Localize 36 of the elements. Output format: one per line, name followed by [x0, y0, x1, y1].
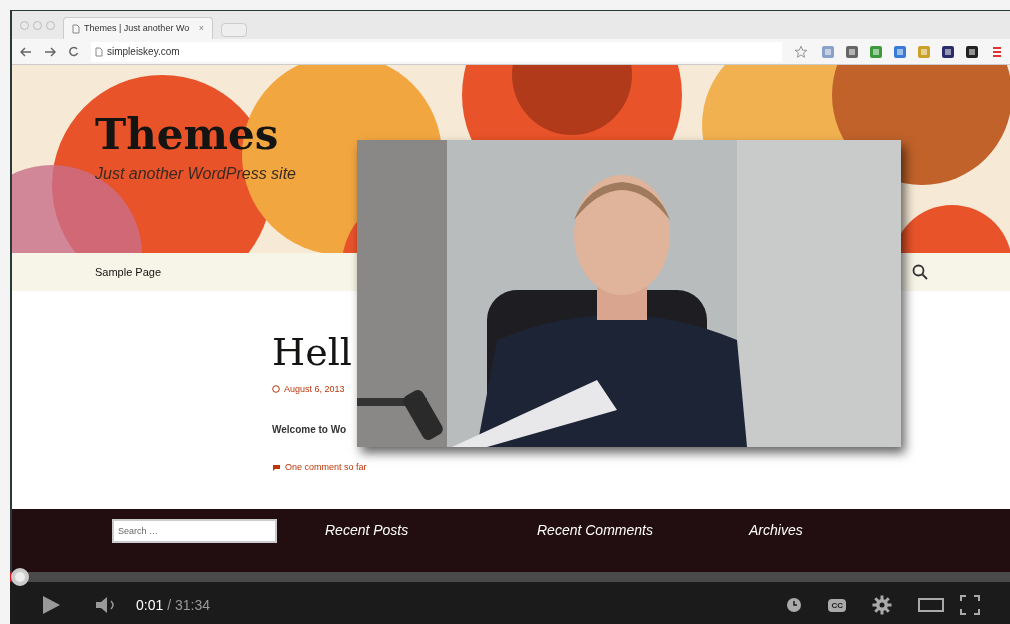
star-icon[interactable]	[794, 44, 808, 59]
clock-icon[interactable]	[786, 597, 803, 613]
post-title[interactable]: Hell	[272, 329, 352, 377]
forward-icon[interactable]	[44, 46, 56, 57]
post-excerpt: Welcome to Wo	[272, 423, 348, 437]
tab-close[interactable]: ×	[198, 21, 204, 36]
search-icon[interactable]	[912, 264, 928, 280]
search-field[interactable]: Search …	[112, 518, 277, 543]
back-icon[interactable]	[20, 46, 32, 57]
settings-icon[interactable]	[872, 595, 892, 615]
comment-icon	[272, 464, 281, 472]
progress-slider[interactable]	[10, 568, 1010, 586]
current-time: 0:01	[136, 595, 164, 615]
fullscreen-icon[interactable]	[960, 595, 980, 615]
widget-title: Recent Posts	[325, 521, 410, 540]
reload-icon[interactable]	[68, 46, 79, 57]
extension-icon[interactable]	[940, 43, 956, 60]
page-icon	[95, 46, 103, 57]
widget-title: Recent Comments	[537, 521, 654, 540]
site-tagline: Just another WordPress site	[95, 163, 297, 184]
browser-tab[interactable]: Themes | Just another Wo ×	[63, 17, 213, 39]
extension-icon[interactable]	[964, 43, 980, 60]
nav-link[interactable]: Sample Page	[95, 263, 162, 281]
duration: / 31:34	[167, 595, 211, 615]
captions-button[interactable]: CC	[828, 598, 846, 612]
post-date[interactable]: August 6, 2013	[284, 382, 345, 396]
page-icon	[72, 23, 80, 34]
theater-mode-icon[interactable]	[918, 597, 944, 613]
tab-title: Themes | Just another Wo	[84, 21, 190, 35]
play-icon[interactable]	[40, 595, 62, 615]
address-bar[interactable]: simpleiskey.com	[91, 41, 782, 62]
clock-icon	[272, 385, 280, 394]
widget-title: Archives	[749, 521, 803, 540]
comments-link[interactable]: One comment so far	[285, 461, 367, 475]
menu-icon[interactable]	[992, 45, 1002, 58]
site-title[interactable]: Themes	[95, 109, 279, 162]
